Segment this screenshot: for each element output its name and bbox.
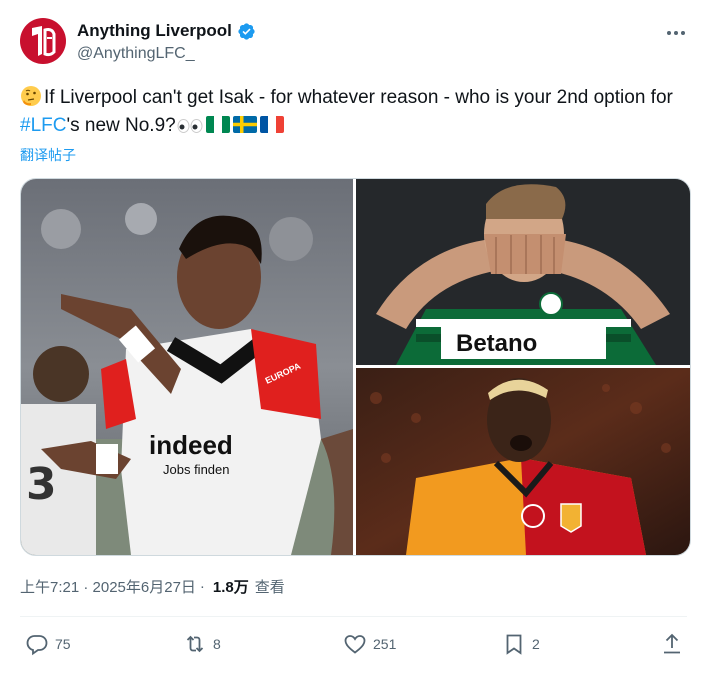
more-options-button[interactable]	[665, 22, 687, 44]
tweet-actions: 75 8 251 2	[20, 632, 685, 664]
flag-france-icon	[259, 116, 284, 133]
media-grid: 3 indeed Jobs finden EUROPA Betano	[20, 178, 691, 556]
svg-text:3: 3	[26, 459, 57, 510]
share-icon	[664, 633, 680, 654]
views-count: 1.8万	[212, 579, 249, 596]
reply-icon	[26, 635, 48, 656]
author-display-name[interactable]: Anything Liverpool	[77, 21, 232, 41]
author-avatar[interactable]	[20, 18, 66, 64]
lfc-crest-icon	[32, 26, 56, 57]
author-name-row: Anything Liverpool	[77, 21, 256, 41]
photo-sporting-player[interactable]: Betano	[356, 179, 690, 365]
heart-icon	[344, 635, 366, 654]
flag-nigeria-icon	[205, 116, 230, 133]
share-button[interactable]	[660, 632, 684, 656]
thinking-face-icon	[21, 86, 41, 106]
bookmark-icon	[506, 634, 522, 655]
tweet-text: If Liverpool can't get Isak - for whatev…	[20, 84, 680, 140]
meta-separator: ·	[199, 578, 205, 595]
photo-eintracht-player[interactable]: 3 indeed Jobs finden EUROPA	[21, 179, 353, 555]
retweet-button[interactable]: 8	[183, 632, 221, 656]
views-label: 查看	[254, 579, 285, 596]
retweet-icon	[186, 635, 204, 653]
hashtag-link[interactable]: #LFC	[20, 115, 66, 136]
tweet-text-part-1: If Liverpool can't get Isak - for whatev…	[44, 87, 673, 108]
author-handle[interactable]: @AnythingLFC_	[77, 45, 195, 63]
photo-galatasaray-player[interactable]	[356, 368, 690, 555]
bookmark-button[interactable]: 2	[502, 632, 540, 656]
retweet-count: 8	[213, 636, 221, 652]
tweet-timestamp[interactable]: 上午7:21 · 2025年6月27日	[20, 576, 196, 597]
more-dots-icon	[667, 31, 685, 35]
photo1-kit-sponsor: indeed	[149, 430, 233, 460]
tweet-meta: 上午7:21 · 2025年6月27日 · 1.8万 查看	[20, 576, 285, 597]
reply-count: 75	[55, 636, 71, 652]
divider	[20, 616, 687, 617]
eyes-icon	[177, 119, 203, 133]
reply-button[interactable]: 75	[25, 632, 71, 656]
verified-badge-icon	[238, 22, 255, 40]
tweet-header: Anything Liverpool @AnythingLFC_	[20, 18, 687, 68]
photo2-kit-sponsor: Betano	[456, 330, 537, 357]
like-count: 251	[373, 636, 397, 652]
translate-post-link[interactable]: 翻译帖子	[20, 145, 76, 165]
photo1-kit-subtext: Jobs finden	[163, 462, 230, 477]
flag-sweden-icon	[232, 116, 257, 133]
like-button[interactable]: 251	[343, 632, 396, 656]
bookmark-count: 2	[532, 636, 540, 652]
tweet-text-part-2: 's new No.9?	[66, 115, 176, 136]
